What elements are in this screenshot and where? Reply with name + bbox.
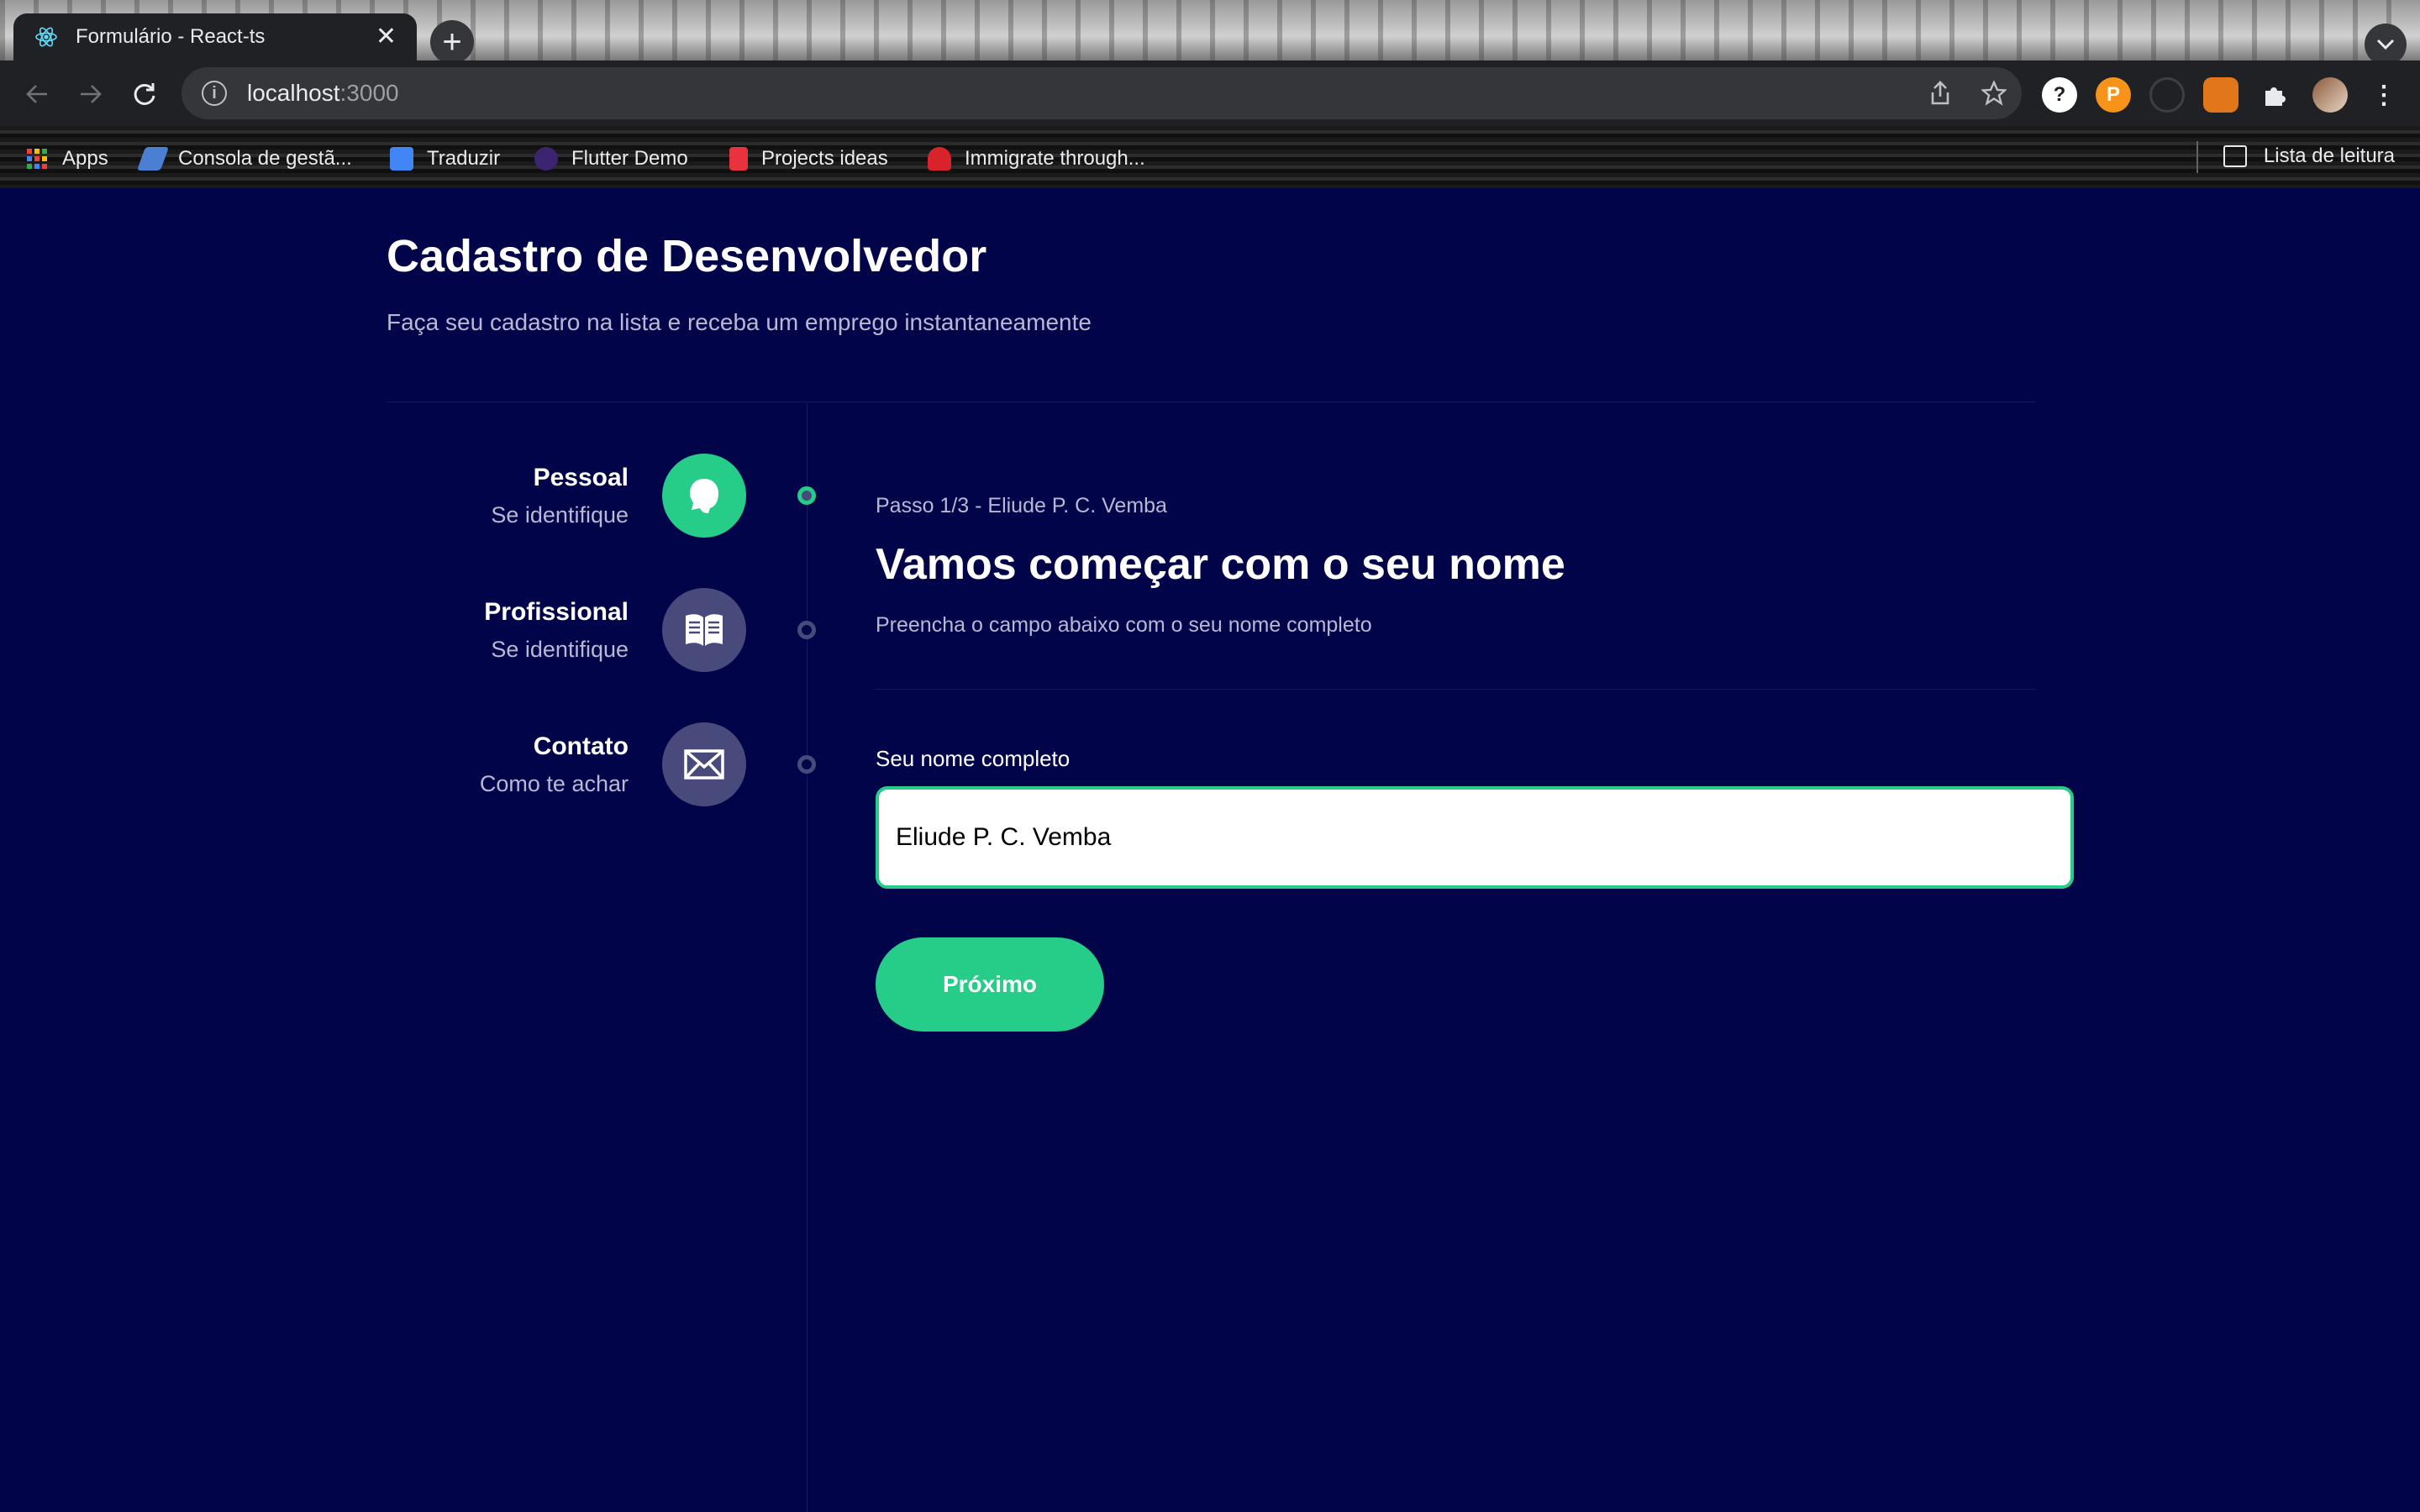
- zone-icon: [136, 147, 170, 171]
- circle-extension-icon[interactable]: [2149, 77, 2185, 113]
- page-subtitle: Faça seu cadastro na lista e receba um e…: [387, 309, 1092, 335]
- tab-search-icon[interactable]: [2365, 24, 2407, 66]
- form-heading: Vamos começar com o seu nome: [876, 540, 1565, 589]
- step-contato-circle[interactable]: [662, 722, 746, 806]
- reload-icon[interactable]: [128, 77, 161, 111]
- site-info-icon[interactable]: i: [202, 81, 227, 106]
- puzzle-extensions-icon[interactable]: [2257, 77, 2292, 113]
- bookmark-label: Consola de gestã...: [178, 147, 352, 170]
- bookmark-red-icon: [729, 147, 748, 171]
- avatar[interactable]: [2312, 77, 2348, 113]
- step-title: Pessoal: [533, 464, 629, 491]
- step-description: Se identifique: [491, 502, 629, 528]
- maple-leaf-icon: [928, 147, 951, 171]
- bookmark-label: Flutter Demo: [571, 147, 688, 170]
- step-description: Como te achar: [479, 771, 629, 796]
- browser-tab[interactable]: Formulário - React-ts ✕: [13, 13, 417, 60]
- bookmark-immigrate[interactable]: Immigrate through...: [928, 144, 1145, 173]
- reading-list-icon: [2223, 145, 2247, 167]
- form-description: Preencha o campo abaixo com o seu nome c…: [876, 613, 1372, 637]
- flutter-icon: [534, 147, 558, 171]
- tab-strip: Formulário - React-ts ✕ +: [0, 0, 2420, 66]
- step-title: Profissional: [484, 598, 629, 626]
- react-icon: [35, 27, 57, 47]
- share-icon[interactable]: [1926, 79, 1954, 108]
- sidebar-divider: [807, 403, 808, 1512]
- step-pessoal-dot: [797, 486, 816, 505]
- step-title: Contato: [533, 732, 629, 760]
- fox-extension-icon[interactable]: [2203, 77, 2238, 113]
- profile-icon: [690, 479, 718, 513]
- apps-grid-icon: [27, 149, 47, 169]
- step-profissional-dot: [797, 621, 816, 639]
- page-content: Cadastro de Desenvolvedor Faça seu cadas…: [0, 188, 2420, 1512]
- address-bar[interactable]: i localhost:3000: [182, 67, 2022, 119]
- next-button[interactable]: Próximo: [876, 937, 1104, 1032]
- menu-dots-icon[interactable]: ⋮: [2366, 77, 2402, 113]
- back-arrow-icon[interactable]: [20, 77, 54, 111]
- coin-extension-icon[interactable]: P: [2096, 77, 2131, 113]
- bookmark-flutter[interactable]: Flutter Demo: [534, 144, 688, 173]
- bookmark-star-icon[interactable]: [1980, 79, 2008, 108]
- close-tab-icon[interactable]: ✕: [376, 24, 397, 50]
- bookmark-projects[interactable]: Projects ideas: [729, 144, 888, 173]
- step-profissional-circle[interactable]: [662, 588, 746, 672]
- bookmarks-bar: Apps Consola de gestã... Traduzir Flutte…: [0, 126, 2420, 188]
- full-name-input[interactable]: [876, 786, 2074, 889]
- bookmark-consola[interactable]: Consola de gestã...: [136, 144, 352, 173]
- step-profissional[interactable]: Profissional Se identifique: [484, 598, 629, 663]
- step-description: Se identifique: [491, 637, 629, 662]
- reading-list-button[interactable]: Lista de leitura: [2223, 144, 2395, 168]
- url-host: localhost: [247, 80, 340, 106]
- step-contato[interactable]: Contato Como te achar: [480, 732, 629, 797]
- url-port: :3000: [339, 80, 399, 106]
- bookmark-traduzir[interactable]: Traduzir: [390, 144, 500, 173]
- step-contato-dot: [797, 755, 816, 774]
- bookmarks-separator: [2196, 141, 2198, 173]
- tab-title: Formulário - React-ts: [76, 25, 266, 48]
- bookmark-label: Immigrate through...: [965, 147, 1145, 170]
- form-divider: [876, 689, 2035, 690]
- bookmark-label: Apps: [62, 147, 108, 170]
- step-pessoal-circle[interactable]: [662, 454, 746, 538]
- help-extension-icon[interactable]: ?: [2042, 77, 2077, 113]
- name-field-label: Seu nome completo: [876, 746, 1071, 771]
- step-counter: Passo 1/3 - Eliude P. C. Vemba: [876, 494, 1167, 517]
- bookmark-label: Traduzir: [427, 147, 501, 170]
- forward-arrow-icon[interactable]: [74, 77, 108, 111]
- page-title: Cadastro de Desenvolvedor: [387, 231, 987, 281]
- step-pessoal[interactable]: Pessoal Se identifique: [491, 464, 629, 528]
- book-icon: [686, 614, 723, 646]
- reading-list-label: Lista de leitura: [2263, 144, 2395, 167]
- browser-chrome: Formulário - React-ts ✕ + i localhost:30…: [0, 0, 2420, 188]
- bookmark-apps[interactable]: Apps: [25, 144, 108, 173]
- mail-icon: [684, 749, 724, 780]
- bookmark-label: Projects ideas: [761, 147, 888, 170]
- browser-toolbar: i localhost:3000 ? P ⋮: [0, 60, 2420, 126]
- new-tab-button[interactable]: +: [430, 20, 474, 64]
- translate-icon: [390, 147, 413, 171]
